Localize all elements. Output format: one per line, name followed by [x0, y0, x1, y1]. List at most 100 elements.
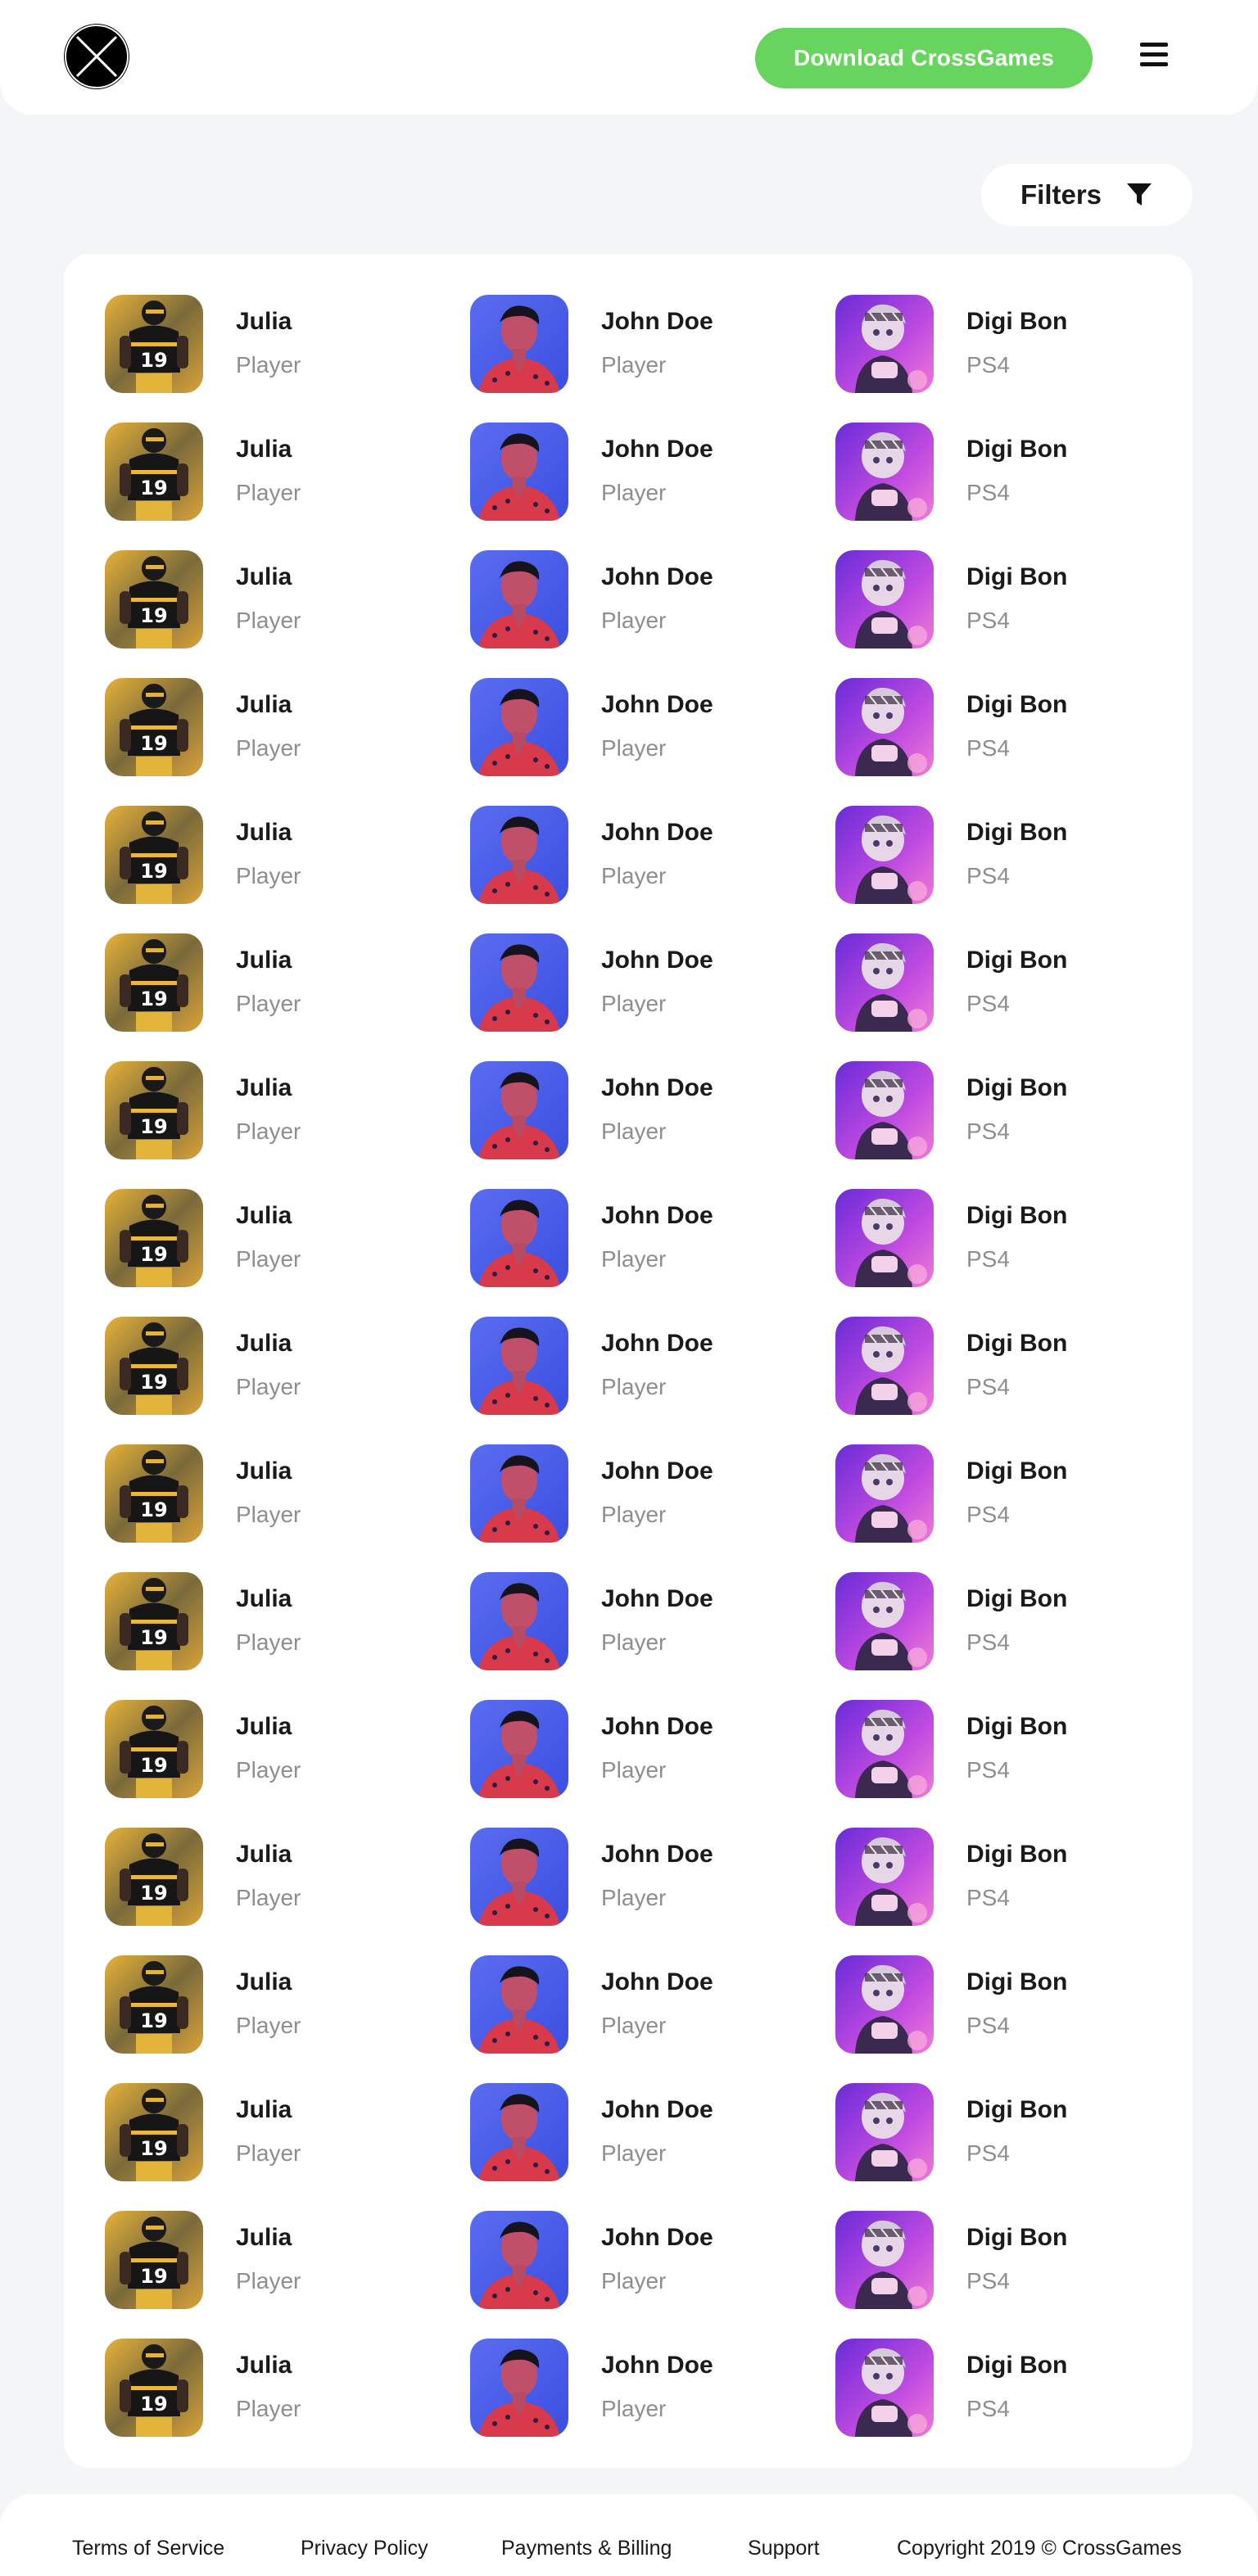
avatar: 19: [105, 1828, 203, 1926]
player-subtitle: Player: [236, 1757, 301, 1783]
download-crossgames-button[interactable]: Download CrossGames: [755, 28, 1093, 88]
player-item-digi-bon[interactable]: Digi Bon PS4: [835, 1955, 1201, 2083]
player-subtitle: PS4: [966, 1502, 1010, 1527]
avatar: [835, 2083, 934, 2181]
player-item-digi-bon[interactable]: Digi Bon PS4: [835, 806, 1201, 933]
hamburger-menu-icon[interactable]: [1140, 43, 1170, 69]
avatar: 19: [105, 1189, 203, 1287]
player-subtitle: PS4: [966, 1757, 1010, 1783]
payments-billing-link[interactable]: Payments & Billing: [501, 2537, 672, 2560]
player-item-digi-bon[interactable]: Digi Bon PS4: [835, 550, 1201, 678]
player-item-julia[interactable]: 19 Julia Player: [105, 1317, 470, 1444]
player-item-john-doe[interactable]: John Doe Player: [470, 1828, 835, 1955]
player-item-julia[interactable]: 19 Julia Player: [105, 2339, 470, 2466]
player-item-john-doe[interactable]: John Doe Player: [470, 933, 835, 1061]
player-item-julia[interactable]: 19 Julia Player: [105, 2211, 470, 2339]
player-item-digi-bon[interactable]: Digi Bon PS4: [835, 1444, 1201, 1572]
filters-label: Filters: [1020, 179, 1102, 210]
player-item-john-doe[interactable]: John Doe Player: [470, 806, 835, 933]
terms-of-service-link[interactable]: Terms of Service: [72, 2537, 224, 2560]
player-item-julia[interactable]: 19 Julia Player: [105, 933, 470, 1061]
player-item-digi-bon[interactable]: Digi Bon PS4: [835, 1061, 1201, 1189]
player-item-john-doe[interactable]: John Doe Player: [470, 423, 835, 550]
player-subtitle: Player: [601, 1757, 667, 1783]
player-item-julia[interactable]: 19 Julia Player: [105, 1444, 470, 1572]
player-item-julia[interactable]: 19 Julia Player: [105, 1955, 470, 2083]
player-name: Julia: [236, 436, 292, 463]
player-subtitle: Player: [601, 352, 667, 377]
player-item-digi-bon[interactable]: Digi Bon PS4: [835, 1572, 1201, 1700]
player-item-digi-bon[interactable]: Digi Bon PS4: [835, 295, 1201, 423]
player-item-digi-bon[interactable]: Digi Bon PS4: [835, 2339, 1201, 2466]
player-name: John Doe: [601, 2224, 713, 2251]
player-name: Digi Bon: [966, 1841, 1068, 1868]
avatar: 19: [105, 295, 203, 393]
player-subtitle: PS4: [966, 991, 1010, 1016]
player-name: Digi Bon: [966, 947, 1068, 974]
svg-text:19: 19: [140, 2265, 167, 2288]
avatar: [835, 933, 934, 1032]
player-name: John Doe: [601, 436, 713, 463]
player-subtitle: Player: [236, 991, 301, 1016]
player-name: Julia: [236, 819, 292, 846]
copyright-text: Copyright 2019 © CrossGames: [897, 2537, 1182, 2560]
player-item-julia[interactable]: 19 Julia Player: [105, 550, 470, 678]
player-name: Digi Bon: [966, 819, 1068, 846]
player-name: John Doe: [601, 1074, 713, 1101]
svg-text:19: 19: [140, 349, 167, 372]
player-item-john-doe[interactable]: John Doe Player: [470, 2211, 835, 2339]
player-item-john-doe[interactable]: John Doe Player: [470, 1700, 835, 1828]
player-item-john-doe[interactable]: John Doe Player: [470, 678, 835, 806]
player-item-digi-bon[interactable]: Digi Bon PS4: [835, 933, 1201, 1061]
player-item-digi-bon[interactable]: Digi Bon PS4: [835, 678, 1201, 806]
player-item-julia[interactable]: 19 Julia Player: [105, 1700, 470, 1828]
avatar: 19: [105, 1444, 203, 1543]
player-item-john-doe[interactable]: John Doe Player: [470, 1061, 835, 1189]
player-item-digi-bon[interactable]: Digi Bon PS4: [835, 423, 1201, 550]
player-item-john-doe[interactable]: John Doe Player: [470, 2083, 835, 2211]
support-link[interactable]: Support: [748, 2537, 820, 2560]
player-subtitle: Player: [601, 2140, 667, 2166]
player-item-digi-bon[interactable]: Digi Bon PS4: [835, 1700, 1201, 1828]
player-item-john-doe[interactable]: John Doe Player: [470, 2339, 835, 2466]
player-item-john-doe[interactable]: John Doe Player: [470, 1444, 835, 1572]
player-item-john-doe[interactable]: John Doe Player: [470, 1572, 835, 1700]
player-subtitle: PS4: [966, 480, 1010, 505]
player-item-john-doe[interactable]: John Doe Player: [470, 1317, 835, 1444]
svg-text:19: 19: [140, 2009, 167, 2032]
player-item-john-doe[interactable]: John Doe Player: [470, 550, 835, 678]
avatar: 19: [105, 550, 203, 649]
player-item-digi-bon[interactable]: Digi Bon PS4: [835, 2083, 1201, 2211]
player-item-julia[interactable]: 19 Julia Player: [105, 423, 470, 550]
player-name: Julia: [236, 2224, 292, 2251]
player-name: John Doe: [601, 2352, 713, 2379]
player-name: Digi Bon: [966, 1713, 1068, 1740]
player-item-julia[interactable]: 19 Julia Player: [105, 806, 470, 933]
player-subtitle: Player: [236, 1885, 301, 1910]
player-item-julia[interactable]: 19 Julia Player: [105, 2083, 470, 2211]
avatar: [470, 2339, 568, 2437]
avatar: [470, 1572, 568, 1670]
player-item-julia[interactable]: 19 Julia Player: [105, 1061, 470, 1189]
privacy-policy-link[interactable]: Privacy Policy: [301, 2537, 428, 2560]
player-item-julia[interactable]: 19 Julia Player: [105, 1189, 470, 1317]
player-item-julia[interactable]: 19 Julia Player: [105, 1828, 470, 1955]
player-item-digi-bon[interactable]: Digi Bon PS4: [835, 2211, 1201, 2339]
player-item-digi-bon[interactable]: Digi Bon PS4: [835, 1828, 1201, 1955]
player-item-julia[interactable]: 19 Julia Player: [105, 295, 470, 423]
player-item-digi-bon[interactable]: Digi Bon PS4: [835, 1317, 1201, 1444]
player-name: John Doe: [601, 1713, 713, 1740]
player-item-john-doe[interactable]: John Doe Player: [470, 295, 835, 423]
avatar: [835, 1828, 934, 1926]
player-subtitle: Player: [601, 863, 667, 888]
player-subtitle: Player: [601, 1119, 667, 1144]
player-item-digi-bon[interactable]: Digi Bon PS4: [835, 1189, 1201, 1317]
player-item-john-doe[interactable]: John Doe Player: [470, 1955, 835, 2083]
crossgames-logo-icon[interactable]: [64, 24, 129, 89]
avatar: [835, 678, 934, 776]
avatar: 19: [105, 806, 203, 904]
player-item-john-doe[interactable]: John Doe Player: [470, 1189, 835, 1317]
filters-button[interactable]: Filters: [981, 164, 1192, 226]
player-item-julia[interactable]: 19 Julia Player: [105, 678, 470, 806]
player-item-julia[interactable]: 19 Julia Player: [105, 1572, 470, 1700]
